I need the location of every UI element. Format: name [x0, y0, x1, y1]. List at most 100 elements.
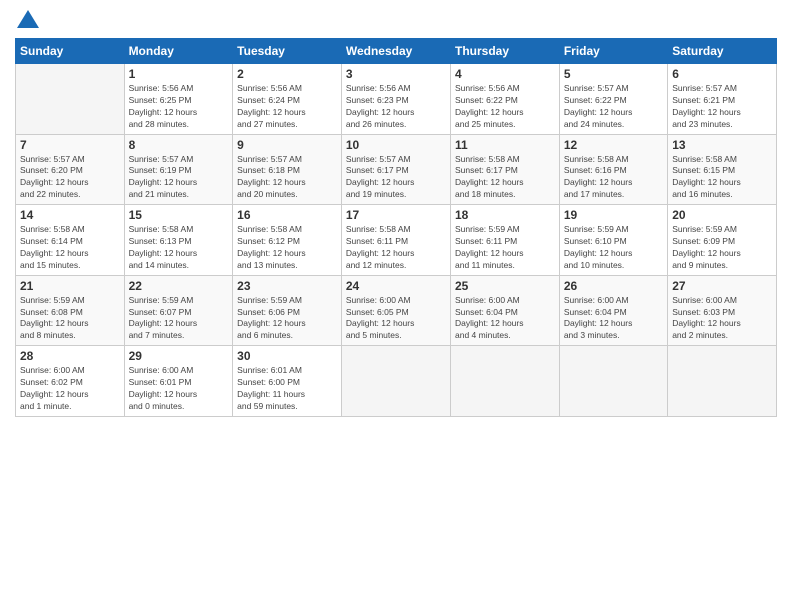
day-info: Sunrise: 5:59 AMSunset: 6:08 PMDaylight:…: [20, 295, 120, 343]
calendar-cell: 17 Sunrise: 5:58 AMSunset: 6:11 PMDayligh…: [341, 205, 450, 276]
calendar-header-wednesday: Wednesday: [341, 39, 450, 64]
day-info: Sunrise: 6:00 AMSunset: 6:02 PMDaylight:…: [20, 365, 120, 413]
calendar-cell: 6 Sunrise: 5:57 AMSunset: 6:21 PMDaylight…: [668, 64, 777, 135]
day-number: 17: [346, 208, 446, 222]
day-info: Sunrise: 5:58 AMSunset: 6:16 PMDaylight:…: [564, 154, 663, 202]
page: SundayMondayTuesdayWednesdayThursdayFrid…: [0, 0, 792, 612]
calendar-cell: 21Sunrise: 5:59 AMSunset: 6:08 PMDayligh…: [16, 275, 125, 346]
calendar-cell: 19 Sunrise: 5:59 AMSunset: 6:10 PMDayligh…: [559, 205, 667, 276]
calendar-week-5: 28 Sunrise: 6:00 AMSunset: 6:02 PMDayligh…: [16, 346, 777, 417]
day-info: Sunrise: 6:00 AMSunset: 6:03 PMDaylight:…: [672, 295, 772, 343]
logo-icon: [17, 8, 39, 30]
calendar-cell: 16Sunrise: 5:58 AMSunset: 6:12 PMDayligh…: [233, 205, 342, 276]
day-info: Sunrise: 5:57 AMSunset: 6:17 PMDaylight:…: [346, 154, 446, 202]
calendar-header-monday: Monday: [124, 39, 233, 64]
day-info: Sunrise: 5:56 AMSunset: 6:23 PMDaylight:…: [346, 83, 446, 131]
calendar-week-1: 1Sunrise: 5:56 AMSunset: 6:25 PMDaylight…: [16, 64, 777, 135]
day-number: 16: [237, 208, 337, 222]
day-info: Sunrise: 5:59 AMSunset: 6:09 PMDaylight:…: [672, 224, 772, 272]
day-number: 14: [20, 208, 120, 222]
day-info: Sunrise: 5:58 AMSunset: 6:14 PMDaylight:…: [20, 224, 120, 272]
calendar-cell: [341, 346, 450, 417]
calendar-cell: 1Sunrise: 5:56 AMSunset: 6:25 PMDaylight…: [124, 64, 233, 135]
day-number: 25: [455, 279, 555, 293]
day-info: Sunrise: 5:56 AMSunset: 6:22 PMDaylight:…: [455, 83, 555, 131]
calendar-cell: [668, 346, 777, 417]
logo-line: [15, 10, 39, 30]
day-number: 29: [129, 349, 229, 363]
header: [15, 10, 777, 30]
calendar-cell: 3 Sunrise: 5:56 AMSunset: 6:23 PMDaylight…: [341, 64, 450, 135]
day-info: Sunrise: 5:59 AMSunset: 6:06 PMDaylight:…: [237, 295, 337, 343]
day-number: 24: [346, 279, 446, 293]
day-number: 7: [20, 138, 120, 152]
calendar-week-2: 7 Sunrise: 5:57 AMSunset: 6:20 PMDaylight…: [16, 134, 777, 205]
day-number: 5: [564, 67, 663, 81]
day-number: 13: [672, 138, 772, 152]
calendar-cell: 11 Sunrise: 5:58 AMSunset: 6:17 PMDayligh…: [450, 134, 559, 205]
day-info: Sunrise: 5:58 AMSunset: 6:15 PMDaylight:…: [672, 154, 772, 202]
calendar-cell: 22 Sunrise: 5:59 AMSunset: 6:07 PMDayligh…: [124, 275, 233, 346]
calendar-header-tuesday: Tuesday: [233, 39, 342, 64]
day-number: 6: [672, 67, 772, 81]
day-number: 8: [129, 138, 229, 152]
calendar-cell: [450, 346, 559, 417]
day-info: Sunrise: 5:58 AMSunset: 6:11 PMDaylight:…: [346, 224, 446, 272]
calendar-cell: 25 Sunrise: 6:00 AMSunset: 6:04 PMDayligh…: [450, 275, 559, 346]
day-number: 22: [129, 279, 229, 293]
day-info: Sunrise: 6:00 AMSunset: 6:05 PMDaylight:…: [346, 295, 446, 343]
calendar-cell: 9Sunrise: 5:57 AMSunset: 6:18 PMDaylight…: [233, 134, 342, 205]
day-number: 28: [20, 349, 120, 363]
day-number: 9: [237, 138, 337, 152]
day-info: Sunrise: 6:00 AMSunset: 6:04 PMDaylight:…: [455, 295, 555, 343]
calendar-cell: [559, 346, 667, 417]
calendar-cell: 18Sunrise: 5:59 AMSunset: 6:11 PMDayligh…: [450, 205, 559, 276]
logo: [15, 10, 39, 30]
calendar-cell: 23 Sunrise: 5:59 AMSunset: 6:06 PMDayligh…: [233, 275, 342, 346]
day-number: 23: [237, 279, 337, 293]
day-number: 4: [455, 67, 555, 81]
calendar-cell: 14 Sunrise: 5:58 AMSunset: 6:14 PMDayligh…: [16, 205, 125, 276]
day-number: 30: [237, 349, 337, 363]
calendar-cell: 28 Sunrise: 6:00 AMSunset: 6:02 PMDayligh…: [16, 346, 125, 417]
calendar-cell: 30 Sunrise: 6:01 AMSunset: 6:00 PMDayligh…: [233, 346, 342, 417]
day-number: 26: [564, 279, 663, 293]
day-info: Sunrise: 5:57 AMSunset: 6:22 PMDaylight:…: [564, 83, 663, 131]
calendar-cell: 12Sunrise: 5:58 AMSunset: 6:16 PMDayligh…: [559, 134, 667, 205]
calendar-week-4: 21Sunrise: 5:59 AMSunset: 6:08 PMDayligh…: [16, 275, 777, 346]
calendar-cell: 2 Sunrise: 5:56 AMSunset: 6:24 PMDaylight…: [233, 64, 342, 135]
day-info: Sunrise: 5:58 AMSunset: 6:13 PMDaylight:…: [129, 224, 229, 272]
calendar-table: SundayMondayTuesdayWednesdayThursdayFrid…: [15, 38, 777, 417]
calendar-cell: 4 Sunrise: 5:56 AMSunset: 6:22 PMDaylight…: [450, 64, 559, 135]
day-number: 20: [672, 208, 772, 222]
day-info: Sunrise: 5:57 AMSunset: 6:21 PMDaylight:…: [672, 83, 772, 131]
calendar-cell: 8 Sunrise: 5:57 AMSunset: 6:19 PMDaylight…: [124, 134, 233, 205]
day-number: 10: [346, 138, 446, 152]
day-info: Sunrise: 5:58 AMSunset: 6:17 PMDaylight:…: [455, 154, 555, 202]
day-number: 19: [564, 208, 663, 222]
day-number: 3: [346, 67, 446, 81]
day-info: Sunrise: 5:57 AMSunset: 6:19 PMDaylight:…: [129, 154, 229, 202]
calendar-header-friday: Friday: [559, 39, 667, 64]
day-info: Sunrise: 5:56 AMSunset: 6:24 PMDaylight:…: [237, 83, 337, 131]
day-info: Sunrise: 6:01 AMSunset: 6:00 PMDaylight:…: [237, 365, 337, 413]
calendar-cell: 15 Sunrise: 5:58 AMSunset: 6:13 PMDayligh…: [124, 205, 233, 276]
day-info: Sunrise: 5:59 AMSunset: 6:10 PMDaylight:…: [564, 224, 663, 272]
calendar-header-row: SundayMondayTuesdayWednesdayThursdayFrid…: [16, 39, 777, 64]
day-info: Sunrise: 5:59 AMSunset: 6:11 PMDaylight:…: [455, 224, 555, 272]
calendar-header-sunday: Sunday: [16, 39, 125, 64]
day-number: 11: [455, 138, 555, 152]
day-info: Sunrise: 5:57 AMSunset: 6:20 PMDaylight:…: [20, 154, 120, 202]
day-number: 1: [129, 67, 229, 81]
calendar-cell: [16, 64, 125, 135]
day-number: 15: [129, 208, 229, 222]
calendar-cell: 24 Sunrise: 6:00 AMSunset: 6:05 PMDayligh…: [341, 275, 450, 346]
calendar-cell: 29 Sunrise: 6:00 AMSunset: 6:01 PMDayligh…: [124, 346, 233, 417]
day-number: 2: [237, 67, 337, 81]
calendar-cell: 5 Sunrise: 5:57 AMSunset: 6:22 PMDaylight…: [559, 64, 667, 135]
day-info: Sunrise: 5:59 AMSunset: 6:07 PMDaylight:…: [129, 295, 229, 343]
day-info: Sunrise: 6:00 AMSunset: 6:04 PMDaylight:…: [564, 295, 663, 343]
day-info: Sunrise: 6:00 AMSunset: 6:01 PMDaylight:…: [129, 365, 229, 413]
calendar-cell: 27 Sunrise: 6:00 AMSunset: 6:03 PMDayligh…: [668, 275, 777, 346]
day-number: 27: [672, 279, 772, 293]
